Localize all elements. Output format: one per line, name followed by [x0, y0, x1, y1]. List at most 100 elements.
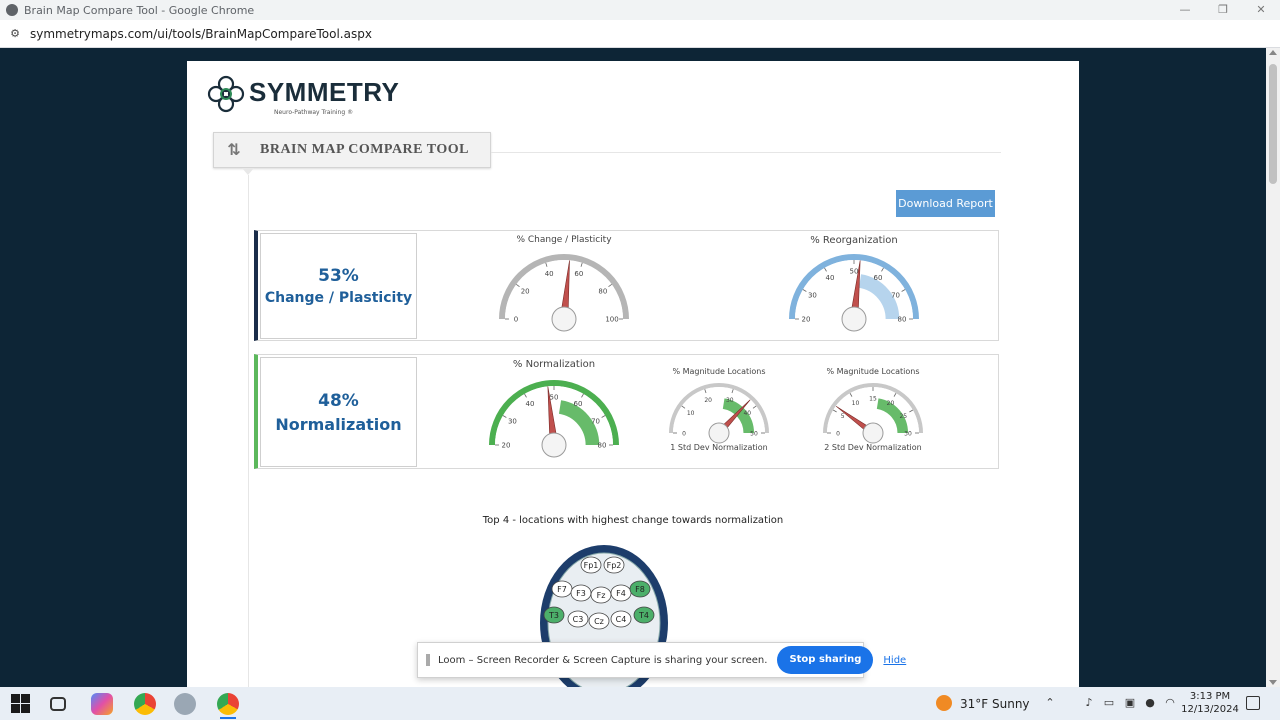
copilot-icon[interactable]: [91, 693, 113, 715]
weather-sun-icon[interactable]: [936, 695, 952, 711]
gauge-tick-label: 15: [869, 396, 877, 403]
chrome-icon[interactable]: [134, 693, 156, 715]
electrode-label: Cz: [594, 617, 604, 626]
scrollbar-thumb[interactable]: [1269, 64, 1277, 184]
tool-header-notch: [242, 168, 254, 175]
screen-share-bar: Loom – Screen Recorder & Screen Capture …: [417, 642, 906, 678]
gauge-title: % Magnitude Locations: [826, 367, 920, 376]
gauge-tick-label: 50: [550, 394, 559, 402]
gauge-svg: 20 30 40 50 60 70 80: [489, 380, 619, 458]
site-settings-icon[interactable]: ⚙: [8, 27, 22, 41]
gauge-tick-label: 70: [891, 292, 900, 300]
weather-text[interactable]: 31°F Sunny: [960, 697, 1030, 711]
battery-icon[interactable]: ▭: [1102, 696, 1116, 710]
gauge-tick-label: 20: [521, 287, 530, 295]
gauge-caption: 1 Std Dev Normalization: [670, 443, 768, 452]
gauge-tick-label: 80: [598, 287, 607, 295]
window-title: Brain Map Compare Tool - Google Chrome: [24, 3, 255, 17]
gauge-tick-label: 20: [704, 397, 712, 404]
header-divider: [491, 152, 1001, 153]
logo-wordmark: SYMMETRY: [249, 77, 400, 107]
electrode-label: C4: [616, 615, 627, 624]
electrode-label: Fp2: [607, 561, 622, 570]
normalization-panel: 48% Normalization % Normalization 20 30 40…: [254, 354, 999, 469]
notifications-icon[interactable]: [1246, 696, 1260, 710]
logo-tagline: Neuro-Pathway Training ®: [274, 109, 354, 116]
gauge-hub: [862, 422, 884, 444]
electrode-label: T4: [638, 611, 649, 620]
download-report-button[interactable]: Download Report: [896, 190, 995, 217]
electrode-label: Fz: [597, 591, 606, 600]
tool-title: BRAIN MAP COMPARE TOOL: [260, 142, 469, 157]
logo-flower-icon: [207, 75, 245, 113]
magnitude-2sd-gauge: % Magnitude Locations 2 Std Dev Normaliz…: [818, 367, 928, 463]
restore-icon[interactable]: ❐: [1204, 0, 1242, 20]
normalization-gauge: % Normalization 20 30 40 50 60 70 80: [484, 359, 624, 463]
change-percent: 53%: [318, 266, 359, 286]
compare-tool-icon: ⇅: [227, 140, 241, 159]
volume-icon[interactable]: ♪: [1082, 696, 1096, 710]
electrode-label: C3: [573, 615, 584, 624]
close-icon[interactable]: ✕: [1242, 0, 1280, 20]
gauge-tick-label: 30: [904, 431, 912, 438]
gauge-title: % Normalization: [512, 359, 596, 370]
minimize-icon[interactable]: —: [1166, 0, 1204, 20]
page-scrollbar[interactable]: [1266, 48, 1280, 687]
gauge-tick-label: 60: [574, 270, 583, 278]
gauge-tick-label: 0: [514, 316, 518, 324]
scroll-down-icon[interactable]: [1269, 680, 1277, 685]
chevron-up-icon[interactable]: ⌃: [1043, 696, 1057, 710]
gauge-tick-label: 0: [836, 431, 840, 438]
taskbar-clock[interactable]: 3:13 PM 12/13/2024: [1180, 690, 1240, 716]
electrode-label: F3: [576, 589, 586, 598]
electrode-label: T3: [548, 611, 559, 620]
gauge-tick-label: 20: [802, 316, 811, 324]
gauge-tick-label: 40: [526, 400, 535, 408]
page-container: SYMMETRY Neuro-Pathway Training ® ⇅ BRAI…: [187, 61, 1079, 687]
gauge-tick-label: 50: [850, 268, 859, 276]
page-viewport: SYMMETRY Neuro-Pathway Training ® ⇅ BRAI…: [0, 48, 1280, 687]
top4-title: Top 4 - locations with highest change to…: [482, 515, 784, 526]
clock-time: 3:13 PM: [1189, 691, 1231, 702]
device-icon[interactable]: ▣: [1123, 696, 1137, 710]
gauge-tick-label: 30: [508, 418, 517, 426]
change-plasticity-panel: 53% Change / Plasticity % Change / Plast…: [254, 230, 999, 341]
electrode-label: F8: [635, 585, 645, 594]
drag-handle-icon[interactable]: [426, 654, 430, 666]
electrode-label: F4: [616, 589, 626, 598]
change-plasticity-gauge: % Change / Plasticity 0 20 40 60 80 100: [494, 235, 634, 335]
wifi-icon[interactable]: ◠: [1163, 696, 1177, 710]
gauge-tick-label: 40: [545, 270, 554, 278]
gauge-tick-label: 25: [899, 413, 907, 420]
address-bar: ⚙ symmetrymaps.com/ui/tools/BrainMapComp…: [0, 20, 1280, 48]
symmetry-logo[interactable]: SYMMETRY Neuro-Pathway Training ®: [207, 75, 407, 119]
gauge-tick-label: 80: [598, 442, 607, 450]
gauge-tick-label: 30: [726, 397, 734, 404]
chrome-active-icon[interactable]: [217, 693, 239, 715]
url-field[interactable]: symmetrymaps.com/ui/tools/BrainMapCompar…: [30, 27, 372, 41]
gauge-tick-label: 20: [502, 442, 511, 450]
windows-start-icon[interactable]: [10, 693, 32, 715]
normalization-percent: 48%: [318, 390, 359, 411]
gauge-hub: [841, 306, 867, 332]
gauge-tick-label: 80: [898, 316, 907, 324]
scroll-up-icon[interactable]: [1269, 50, 1277, 55]
gauge-svg: 0 5 10 15 20 25 30: [823, 383, 923, 444]
stop-sharing-button[interactable]: Stop sharing: [777, 646, 874, 674]
gauge-tick-label: 40: [743, 410, 751, 417]
gauge-tick-label: 5: [841, 413, 845, 420]
microphone-icon[interactable]: ●: [1143, 696, 1157, 710]
electrode-label: Fp1: [584, 561, 599, 570]
gauge-svg: 0 10 20 30 40 50: [669, 383, 769, 444]
active-app-indicator: [220, 717, 236, 719]
gauge-svg: 0 20 40 60 80 100: [499, 254, 629, 332]
gauge-tick-label: 20: [887, 400, 895, 407]
hide-link[interactable]: Hide: [883, 655, 906, 666]
gauge-svg: 20 30 40 50 60 70 80: [789, 254, 919, 332]
normalization-stat-box: 48% Normalization: [260, 357, 417, 467]
app-icon[interactable]: [174, 693, 196, 715]
gauge-title: % Reorganization: [810, 235, 898, 246]
task-view-icon[interactable]: [50, 697, 66, 711]
windows-taskbar: 31°F Sunny ⌃ ♪ ▭ ▣ ● ◠ 3:13 PM 12/13/202…: [0, 687, 1280, 720]
change-label: Change / Plasticity: [264, 290, 413, 306]
